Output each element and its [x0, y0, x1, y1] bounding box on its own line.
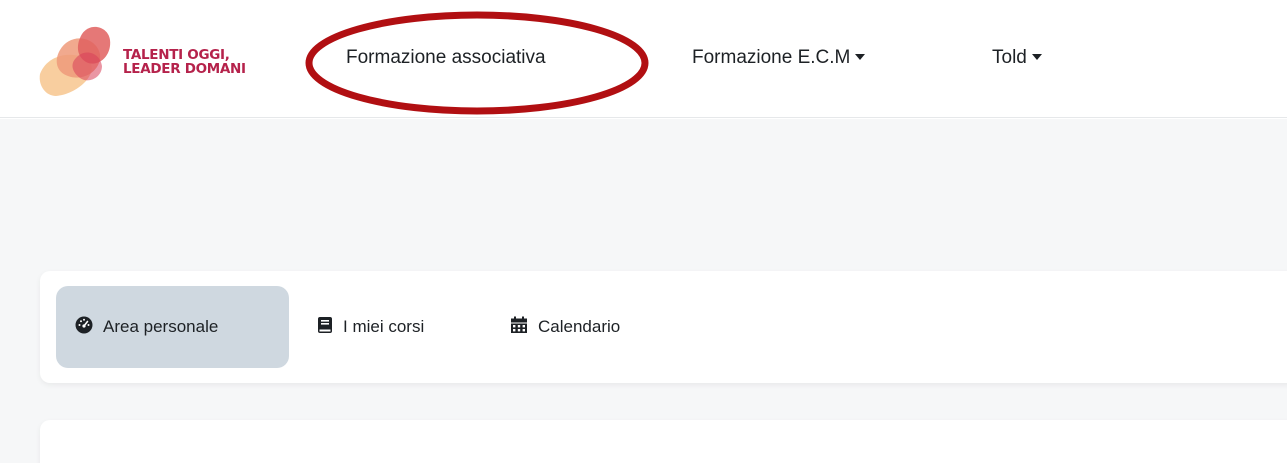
tab-i-miei-corsi-label: I miei corsi — [343, 317, 425, 336]
tab-area-personale-label: Area personale — [103, 317, 219, 336]
tab-i-miei-corsi[interactable]: I miei corsi — [317, 286, 424, 368]
nav-formazione-ecm-dropdown[interactable]: Formazione E.C.M — [692, 47, 866, 69]
secondary-navigation: Area personale I miei corsi Calendario — [40, 271, 1287, 383]
page: TALENTI OGGI, LEADER DOMANI Formazione a… — [0, 0, 1287, 463]
main-content-card — [40, 420, 1287, 463]
logo-leaves-icon — [39, 26, 111, 96]
nav-formazione-associativa[interactable]: Formazione associativa — [346, 47, 546, 69]
tab-calendario[interactable]: Calendario — [510, 286, 620, 368]
top-navbar: TALENTI OGGI, LEADER DOMANI Formazione a… — [0, 0, 1287, 118]
caret-down-icon — [1031, 54, 1042, 60]
nav-told-dropdown[interactable]: Told — [992, 47, 1042, 69]
calendar-icon — [510, 316, 528, 339]
nav-formazione-associativa-label: Formazione associativa — [346, 47, 546, 68]
logo-line-2: LEADER DOMANI — [123, 61, 246, 77]
logo-line-1: TALENTI OGGI, — [123, 47, 230, 63]
site-logo[interactable]: TALENTI OGGI, LEADER DOMANI — [38, 22, 298, 100]
caret-down-icon — [855, 54, 866, 60]
nav-told-label: Told — [992, 47, 1027, 68]
nav-formazione-ecm-label: Formazione E.C.M — [692, 47, 851, 68]
tab-area-personale[interactable]: Area personale — [56, 286, 289, 368]
tab-calendario-label: Calendario — [538, 317, 621, 336]
dashboard-icon — [75, 316, 93, 339]
logo-text: TALENTI OGGI, LEADER DOMANI — [123, 48, 246, 76]
book-icon — [317, 316, 333, 339]
